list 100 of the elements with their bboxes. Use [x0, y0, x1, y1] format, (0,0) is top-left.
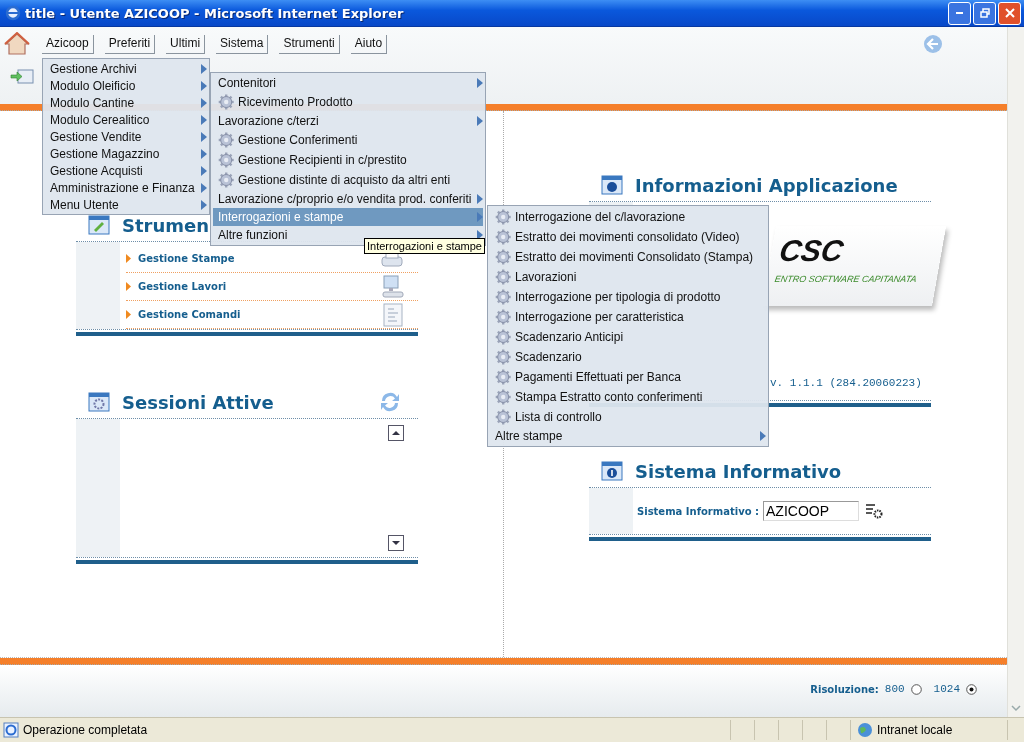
close-button[interactable]	[998, 1, 1021, 25]
submenu-arrow-icon	[477, 78, 483, 88]
gear-icon	[218, 94, 234, 110]
scroll-up-button[interactable]	[388, 425, 404, 441]
menu-button[interactable]: Preferiti	[104, 34, 156, 54]
submenu-arrow-icon	[760, 431, 766, 441]
menu-item[interactable]: Estratto dei movimenti consolidato (Video)	[490, 227, 766, 247]
gear-icon	[218, 172, 234, 188]
minimize-icon	[956, 12, 963, 14]
logo-tagline: ENTRO SOFTWARE CAPITANATA	[773, 274, 919, 284]
menu-item[interactable]: Gestione distinte di acquisto da altri enti	[213, 170, 483, 190]
menu-item[interactable]: Stampa Estratto conto conferimenti	[490, 387, 766, 407]
system-field[interactable]: AZICOOP	[763, 501, 860, 521]
menu-item[interactable]: Lista di controllo	[490, 407, 766, 427]
bullet-arrow-icon	[126, 282, 131, 291]
gear-icon	[495, 209, 511, 225]
exit-icon[interactable]	[10, 67, 34, 85]
menu-item[interactable]: Ricevimento Prodotto	[213, 92, 483, 112]
submenu-arrow-icon	[477, 116, 483, 126]
menu-item[interactable]: Lavorazione c/terzi	[213, 112, 483, 130]
menu-item[interactable]: Gestione Archivi	[45, 60, 207, 77]
resolution-label: Risoluzione:	[810, 683, 879, 695]
menu-button[interactable]: Aiuto	[350, 34, 388, 54]
gear-icon	[218, 152, 234, 168]
menu-item[interactable]: Modulo Cerealitico	[45, 111, 207, 128]
globe-icon	[857, 722, 873, 738]
submenu-arrow-icon	[201, 80, 207, 91]
panel-title: Informazioni Applicazione	[635, 174, 898, 196]
submenu-arrow-icon	[201, 131, 207, 142]
minimize-button[interactable]	[948, 1, 971, 25]
submenu-arrow-icon	[201, 97, 207, 108]
submenu-arrow-icon	[201, 148, 207, 159]
gear-icon	[495, 229, 511, 245]
menu-item[interactable]: Gestione Conferimenti	[213, 130, 483, 150]
menu-item[interactable]: Menu Utente	[45, 196, 207, 213]
panel-title: Strumen	[122, 214, 210, 236]
menu-item[interactable]: Modulo Cantine	[45, 94, 207, 111]
field-label: Sistema Informativo :	[637, 505, 760, 517]
browser-icon	[5, 5, 21, 21]
gear-icon	[495, 369, 511, 385]
browser-icon	[3, 722, 19, 738]
menu-button[interactable]: Ultimi	[166, 34, 206, 54]
menu-item[interactable]: Scadenzario Anticipi	[490, 327, 766, 347]
resolution-option: 1024	[933, 683, 960, 695]
menu-item[interactable]: Gestione Acquisti	[45, 162, 207, 179]
gear-icon	[495, 329, 511, 345]
computer-icon	[380, 274, 404, 299]
gear-icon	[495, 389, 511, 405]
tool-link[interactable]: Gestione Lavori	[138, 281, 227, 292]
radio-button[interactable]	[966, 683, 977, 695]
menu-item[interactable]: Interrogazione per tipologia di prodotto	[490, 287, 766, 307]
status-message: Operazione completata	[23, 723, 148, 737]
document-icon	[382, 302, 404, 327]
menu-item[interactable]: Gestione Vendite	[45, 128, 207, 145]
restore-button[interactable]	[973, 1, 996, 25]
window-title: title - Utente AZICOOP - Microsoft Internet Explorer	[25, 5, 405, 21]
radio-button[interactable]	[910, 683, 922, 695]
gear-icon	[495, 289, 511, 305]
version-text: v. 1.1.1 (284.20060223)	[770, 377, 922, 389]
gear-icon	[218, 132, 234, 148]
menu-item[interactable]: Gestione Magazzino	[45, 145, 207, 162]
scroll-down-icon	[1010, 705, 1022, 713]
panel-strip	[589, 488, 633, 534]
gear-icon	[495, 249, 511, 265]
menu-item[interactable]: Lavorazioni	[490, 267, 766, 287]
close-icon	[1004, 8, 1015, 18]
submenu-arrow-icon	[201, 199, 207, 210]
menu-item[interactable]: Gestione Recipienti in c/prestito	[213, 150, 483, 170]
menu-button[interactable]: Sistema	[216, 34, 269, 54]
resolution-option: 800	[884, 683, 905, 695]
menu-item[interactable]: Modulo Oleificio	[45, 77, 207, 94]
gear-window-icon	[88, 392, 110, 412]
logo-name: CSC	[776, 234, 847, 268]
info-window-icon	[601, 175, 623, 195]
gear-icon	[495, 269, 511, 285]
menu-item[interactable]: Lavorazione c/proprio e/o vendita prod. conferiti	[213, 190, 483, 208]
security-zone: Intranet locale	[877, 723, 953, 737]
menu-item[interactable]: Scadenzario	[490, 347, 766, 367]
menu-item[interactable]: Pagamenti Effettuati per Banca	[490, 367, 766, 387]
submenu-arrow-icon	[201, 114, 207, 125]
scrollbar[interactable]	[1007, 27, 1024, 717]
menu-item[interactable]: Contenitori	[213, 74, 483, 92]
menu-button[interactable]: Strumenti	[279, 34, 340, 54]
menu-item[interactable]: Estratto dei movimenti Consolidato (Stampa)	[490, 247, 766, 267]
bullet-arrow-icon	[126, 254, 131, 263]
menu-button[interactable]: Azicoop	[42, 34, 94, 54]
menu-item[interactable]: Interrogazione del c/lavorazione	[490, 207, 766, 227]
tool-link[interactable]: Gestione Comandi	[138, 309, 241, 320]
menu-item[interactable]: Interrogazione per caratteristica	[490, 307, 766, 327]
scroll-down-button[interactable]	[388, 535, 404, 551]
panel-title: Sessioni Attive	[122, 391, 274, 413]
submenu-arrow-icon	[201, 182, 207, 193]
menu-item[interactable]: Altre stampe	[490, 427, 766, 445]
list-settings-icon[interactable]	[865, 503, 884, 519]
submenu-arrow-icon	[201, 165, 207, 176]
menu-item[interactable]: Amministrazione e Finanza	[45, 179, 207, 196]
gear-icon	[495, 309, 511, 325]
home-icon[interactable]	[4, 32, 30, 56]
tool-link[interactable]: Gestione Stampe	[138, 253, 235, 264]
refresh-icon[interactable]	[378, 391, 402, 413]
